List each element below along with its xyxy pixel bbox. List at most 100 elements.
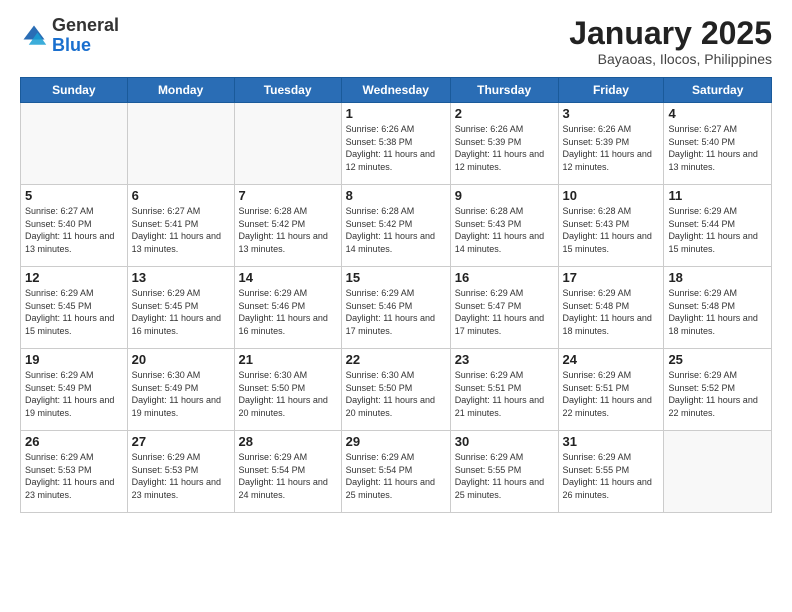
calendar-cell: 16Sunrise: 6:29 AM Sunset: 5:47 PM Dayli…	[450, 267, 558, 349]
calendar-cell: 30Sunrise: 6:29 AM Sunset: 5:55 PM Dayli…	[450, 431, 558, 513]
calendar-cell: 5 Sunrise: 6:27 AM Sunset: 5:40 PM Daylig…	[21, 185, 128, 267]
day-info: Sunrise: 6:29 AM Sunset: 5:51 PM Dayligh…	[455, 369, 554, 419]
day-number: 21	[239, 352, 337, 367]
calendar-cell: 23 Sunrise: 6:29 AM Sunset: 5:51 PM Dayli…	[450, 349, 558, 431]
day-number: 28	[239, 434, 337, 449]
day-info: Sunrise: 6:29 AM Sunset: 5:54 PM Dayligh…	[346, 451, 446, 501]
day-info: Sunrise: 6:29 AM Sunset: 5:49 PM Dayligh…	[25, 369, 123, 419]
day-info: Sunrise: 6:27 AM Sunset: 5:41 PM Dayligh…	[132, 205, 230, 255]
day-info: Sunrise: 6:30 AM Sunset: 5:49 PM Dayligh…	[132, 369, 230, 419]
calendar-cell: 14 Sunrise: 6:29 AM Sunset: 5:46 PM Dayli…	[234, 267, 341, 349]
day-info: Sunrise: 6:27 AM Sunset: 5:40 PM Dayligh…	[668, 123, 767, 173]
day-info: Sunrise: 6:29 AM Sunset: 5:52 PM Dayligh…	[668, 369, 767, 419]
location-subtitle: Bayaoas, Ilocos, Philippines	[569, 51, 772, 67]
day-number: 9	[455, 188, 554, 203]
day-number: 10	[563, 188, 660, 203]
calendar-cell	[234, 103, 341, 185]
day-number: 25	[668, 352, 767, 367]
day-number: 24	[563, 352, 660, 367]
calendar-cell	[21, 103, 128, 185]
calendar-week-0: 1Sunrise: 6:26 AM Sunset: 5:38 PM Daylig…	[21, 103, 772, 185]
day-info: Sunrise: 6:30 AM Sunset: 5:50 PM Dayligh…	[346, 369, 446, 419]
calendar-table: SundayMondayTuesdayWednesdayThursdayFrid…	[20, 77, 772, 513]
calendar-body: 1Sunrise: 6:26 AM Sunset: 5:38 PM Daylig…	[21, 103, 772, 513]
calendar-header: SundayMondayTuesdayWednesdayThursdayFrid…	[21, 78, 772, 103]
day-number: 7	[239, 188, 337, 203]
logo-icon	[20, 22, 48, 50]
day-info: Sunrise: 6:29 AM Sunset: 5:55 PM Dayligh…	[563, 451, 660, 501]
month-title: January 2025	[569, 16, 772, 51]
logo-blue: Blue	[52, 36, 119, 56]
calendar-cell: 2Sunrise: 6:26 AM Sunset: 5:39 PM Daylig…	[450, 103, 558, 185]
weekday-header-sunday: Sunday	[21, 78, 128, 103]
day-info: Sunrise: 6:29 AM Sunset: 5:51 PM Dayligh…	[563, 369, 660, 419]
calendar-cell: 10 Sunrise: 6:28 AM Sunset: 5:43 PM Dayli…	[558, 185, 664, 267]
day-info: Sunrise: 6:29 AM Sunset: 5:53 PM Dayligh…	[132, 451, 230, 501]
day-number: 6	[132, 188, 230, 203]
calendar-week-1: 5 Sunrise: 6:27 AM Sunset: 5:40 PM Daylig…	[21, 185, 772, 267]
day-number: 19	[25, 352, 123, 367]
day-info: Sunrise: 6:26 AM Sunset: 5:39 PM Dayligh…	[455, 123, 554, 173]
day-number: 20	[132, 352, 230, 367]
day-info: Sunrise: 6:29 AM Sunset: 5:44 PM Dayligh…	[668, 205, 767, 255]
calendar-cell: 28 Sunrise: 6:29 AM Sunset: 5:54 PM Dayli…	[234, 431, 341, 513]
calendar-cell: 20 Sunrise: 6:30 AM Sunset: 5:49 PM Dayli…	[127, 349, 234, 431]
day-info: Sunrise: 6:26 AM Sunset: 5:39 PM Dayligh…	[563, 123, 660, 173]
day-number: 31	[563, 434, 660, 449]
calendar-week-3: 19 Sunrise: 6:29 AM Sunset: 5:49 PM Dayli…	[21, 349, 772, 431]
calendar-cell: 13Sunrise: 6:29 AM Sunset: 5:45 PM Dayli…	[127, 267, 234, 349]
day-number: 22	[346, 352, 446, 367]
calendar-cell: 18 Sunrise: 6:29 AM Sunset: 5:48 PM Dayli…	[664, 267, 772, 349]
day-info: Sunrise: 6:28 AM Sunset: 5:43 PM Dayligh…	[563, 205, 660, 255]
day-number: 11	[668, 188, 767, 203]
day-number: 15	[346, 270, 446, 285]
weekday-header-saturday: Saturday	[664, 78, 772, 103]
header: General Blue January 2025 Bayaoas, Iloco…	[20, 16, 772, 67]
logo-text: General Blue	[52, 16, 119, 56]
day-number: 27	[132, 434, 230, 449]
weekday-header-tuesday: Tuesday	[234, 78, 341, 103]
calendar-cell: 21 Sunrise: 6:30 AM Sunset: 5:50 PM Dayli…	[234, 349, 341, 431]
day-number: 29	[346, 434, 446, 449]
calendar-cell	[127, 103, 234, 185]
day-number: 18	[668, 270, 767, 285]
day-info: Sunrise: 6:29 AM Sunset: 5:48 PM Dayligh…	[668, 287, 767, 337]
calendar-cell: 31 Sunrise: 6:29 AM Sunset: 5:55 PM Dayli…	[558, 431, 664, 513]
calendar-cell: 15Sunrise: 6:29 AM Sunset: 5:46 PM Dayli…	[341, 267, 450, 349]
weekday-header-monday: Monday	[127, 78, 234, 103]
day-info: Sunrise: 6:29 AM Sunset: 5:47 PM Dayligh…	[455, 287, 554, 337]
day-info: Sunrise: 6:29 AM Sunset: 5:54 PM Dayligh…	[239, 451, 337, 501]
calendar-cell: 24 Sunrise: 6:29 AM Sunset: 5:51 PM Dayli…	[558, 349, 664, 431]
day-info: Sunrise: 6:29 AM Sunset: 5:48 PM Dayligh…	[563, 287, 660, 337]
day-number: 30	[455, 434, 554, 449]
calendar-week-2: 12 Sunrise: 6:29 AM Sunset: 5:45 PM Dayli…	[21, 267, 772, 349]
day-number: 23	[455, 352, 554, 367]
day-info: Sunrise: 6:30 AM Sunset: 5:50 PM Dayligh…	[239, 369, 337, 419]
calendar-cell: 26Sunrise: 6:29 AM Sunset: 5:53 PM Dayli…	[21, 431, 128, 513]
calendar-cell: 1Sunrise: 6:26 AM Sunset: 5:38 PM Daylig…	[341, 103, 450, 185]
weekday-header-row: SundayMondayTuesdayWednesdayThursdayFrid…	[21, 78, 772, 103]
day-info: Sunrise: 6:29 AM Sunset: 5:53 PM Dayligh…	[25, 451, 123, 501]
day-number: 14	[239, 270, 337, 285]
day-number: 3	[563, 106, 660, 121]
logo: General Blue	[20, 16, 119, 56]
day-info: Sunrise: 6:29 AM Sunset: 5:45 PM Dayligh…	[25, 287, 123, 337]
calendar-week-4: 26Sunrise: 6:29 AM Sunset: 5:53 PM Dayli…	[21, 431, 772, 513]
day-number: 17	[563, 270, 660, 285]
title-area: January 2025 Bayaoas, Ilocos, Philippine…	[569, 16, 772, 67]
calendar-cell: 9Sunrise: 6:28 AM Sunset: 5:43 PM Daylig…	[450, 185, 558, 267]
page: General Blue January 2025 Bayaoas, Iloco…	[0, 0, 792, 612]
calendar-cell: 3 Sunrise: 6:26 AM Sunset: 5:39 PM Daylig…	[558, 103, 664, 185]
calendar-cell: 25 Sunrise: 6:29 AM Sunset: 5:52 PM Dayli…	[664, 349, 772, 431]
calendar-cell: 12 Sunrise: 6:29 AM Sunset: 5:45 PM Dayli…	[21, 267, 128, 349]
day-info: Sunrise: 6:29 AM Sunset: 5:46 PM Dayligh…	[239, 287, 337, 337]
weekday-header-wednesday: Wednesday	[341, 78, 450, 103]
calendar-cell: 8Sunrise: 6:28 AM Sunset: 5:42 PM Daylig…	[341, 185, 450, 267]
day-info: Sunrise: 6:27 AM Sunset: 5:40 PM Dayligh…	[25, 205, 123, 255]
calendar-cell: 6 Sunrise: 6:27 AM Sunset: 5:41 PM Daylig…	[127, 185, 234, 267]
day-number: 12	[25, 270, 123, 285]
day-number: 13	[132, 270, 230, 285]
day-number: 5	[25, 188, 123, 203]
day-info: Sunrise: 6:28 AM Sunset: 5:42 PM Dayligh…	[239, 205, 337, 255]
logo-general: General	[52, 16, 119, 36]
